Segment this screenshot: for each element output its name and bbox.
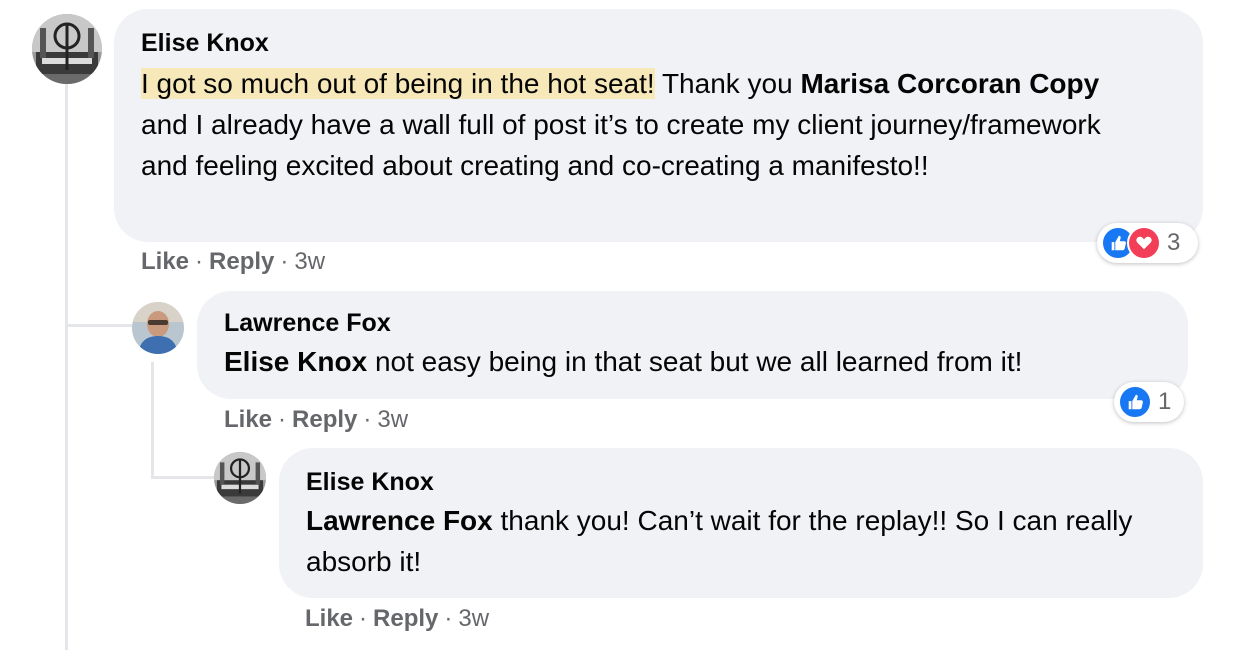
thread-line-branch-1 — [65, 324, 133, 327]
like-icon — [1118, 385, 1152, 419]
thread-line-main — [65, 82, 68, 650]
like-button[interactable]: Like — [305, 605, 353, 632]
highlighted-text: I got so much out of being in the hot se… — [141, 68, 655, 99]
separator: · — [363, 406, 372, 433]
like-button[interactable]: Like — [141, 248, 189, 275]
separator: · — [195, 248, 204, 275]
avatar-elise-knox[interactable] — [32, 14, 102, 84]
separator: · — [280, 248, 289, 275]
comment-author[interactable]: Lawrence Fox — [224, 309, 1162, 337]
comment-text-part: and I already have a wall full of post i… — [141, 109, 1101, 181]
mention-link[interactable]: Elise Knox — [224, 346, 367, 377]
like-button[interactable]: Like — [224, 406, 272, 433]
reply-button[interactable]: Reply — [292, 406, 357, 433]
mention-link[interactable]: Lawrence Fox — [306, 505, 493, 536]
comment-bubble-1: Elise Knox I got so much out of being in… — [114, 9, 1203, 242]
separator: · — [444, 605, 453, 632]
comment-text: Lawrence Fox thank you! Can’t wait for t… — [306, 500, 1163, 582]
reply-button[interactable]: Reply — [373, 605, 438, 632]
reaction-summary-1[interactable]: 3 — [1097, 223, 1198, 263]
separator: · — [278, 406, 287, 433]
separator: · — [359, 605, 368, 632]
comment-bubble-2: Lawrence Fox Elise Knox not easy being i… — [197, 291, 1188, 399]
comment-bubble-3: Elise Knox Lawrence Fox thank you! Can’t… — [279, 448, 1203, 598]
comment-actions-3: Like · Reply · 3w — [305, 605, 489, 633]
thread-line-branch-2 — [151, 476, 215, 479]
comment-author[interactable]: Elise Knox — [306, 468, 1163, 496]
comment-text-part: Thank you — [654, 68, 801, 99]
timestamp[interactable]: 3w — [458, 605, 489, 632]
timestamp[interactable]: 3w — [377, 406, 408, 433]
reply-button[interactable]: Reply — [209, 248, 274, 275]
reaction-count: 1 — [1158, 388, 1172, 415]
timestamp[interactable]: 3w — [294, 248, 325, 275]
mention-link[interactable]: Marisa Corcoran Copy — [800, 68, 1099, 99]
reaction-count: 3 — [1167, 229, 1181, 256]
comment-actions-1: Like · Reply · 3w — [141, 248, 325, 276]
comment-text: I got so much out of being in the hot se… — [141, 63, 1153, 186]
love-icon — [1127, 226, 1161, 260]
avatar-elise-knox[interactable] — [214, 452, 266, 504]
reaction-summary-2[interactable]: 1 — [1114, 382, 1184, 422]
comment-author[interactable]: Elise Knox — [141, 29, 1153, 57]
avatar-lawrence-fox[interactable] — [132, 302, 184, 354]
comment-text: Elise Knox not easy being in that seat b… — [224, 341, 1162, 382]
thread-line-sub — [151, 362, 154, 478]
comment-actions-2: Like · Reply · 3w — [224, 406, 408, 434]
comment-text-part: not easy being in that seat but we all l… — [367, 346, 1023, 377]
